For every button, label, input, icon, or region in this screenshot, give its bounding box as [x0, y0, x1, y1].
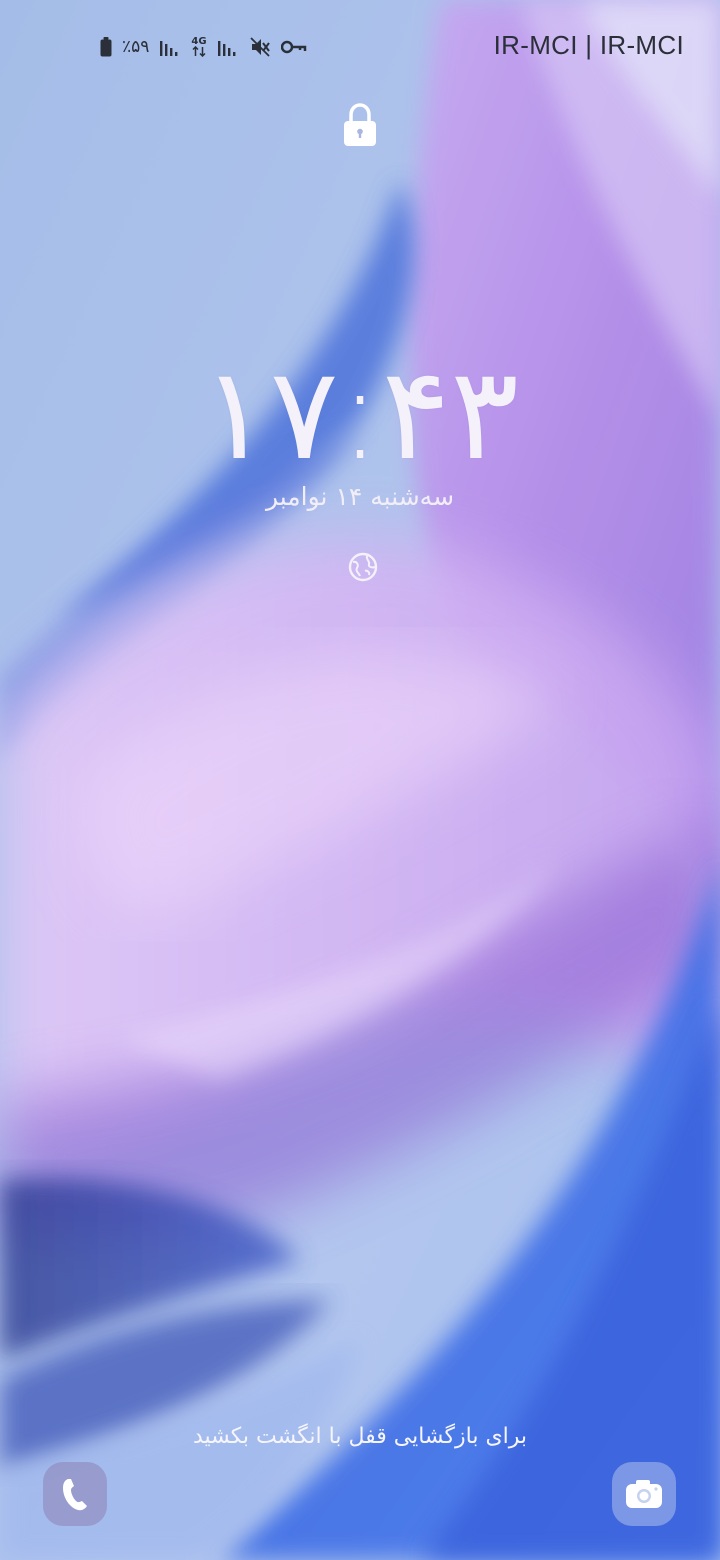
data-arrows-icon: 4G — [191, 36, 207, 57]
wallpaper — [0, 0, 720, 1560]
signal-icon — [217, 41, 235, 56]
camera-icon — [626, 1480, 662, 1508]
signal-icon — [160, 41, 178, 56]
camera-shortcut-button[interactable] — [612, 1462, 676, 1526]
phone-shortcut-button[interactable] — [43, 1462, 107, 1526]
phone-icon — [63, 1479, 87, 1511]
weather-globe-icon[interactable] — [347, 551, 379, 583]
battery-percent: ٪۵۹ — [122, 37, 150, 57]
lock-screen[interactable]: ٪۵۹ 4G — [0, 0, 720, 1560]
battery-icon — [100, 37, 112, 57]
status-icons: ٪۵۹ 4G — [100, 34, 307, 60]
arrows-icon — [192, 46, 206, 57]
carrier-label: IR-MCI | IR-MCI — [493, 30, 684, 60]
status-bar[interactable]: ٪۵۹ 4G IR-MCI | IR-MCI — [0, 0, 720, 96]
lock-icon[interactable] — [343, 103, 377, 147]
lock-clock[interactable]: ۱۷:۴۳ — [0, 340, 720, 489]
vpn-key-icon — [280, 40, 306, 54]
lock-date: سه‌شنبه ۱۴ نوامبر — [265, 482, 455, 511]
network-type: 4G — [191, 36, 207, 47]
mute-icon — [249, 37, 270, 57]
unlock-hint: برای بازگشایی قفل با انگشت بکشید — [192, 1424, 528, 1449]
